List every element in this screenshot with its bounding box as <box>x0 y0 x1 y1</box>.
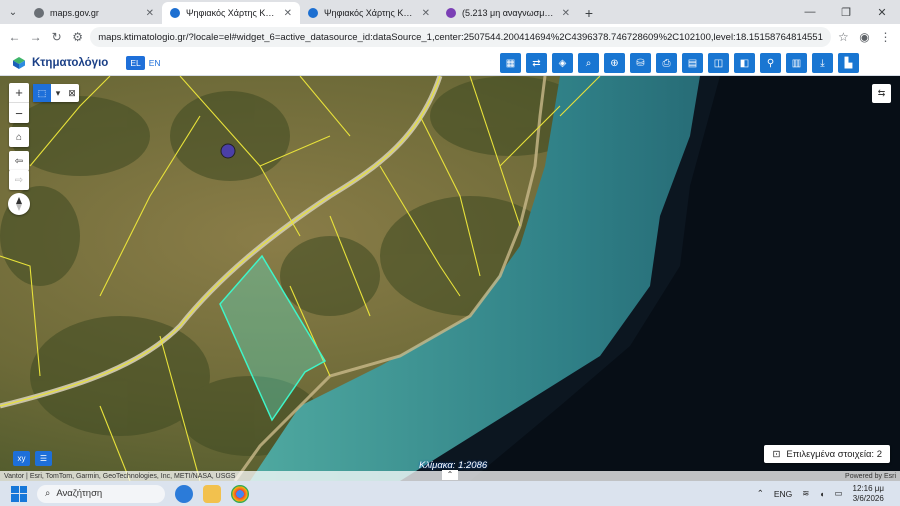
taskbar-search[interactable]: ⌕ Αναζήτηση <box>37 484 165 503</box>
compass-icon[interactable] <box>8 193 30 215</box>
lang-el-button[interactable]: EL <box>126 55 145 70</box>
app-logo[interactable]: Κτηματολόγιο <box>12 56 108 70</box>
mail-favicon-icon <box>446 8 456 18</box>
window-controls: — ❐ ✕ <box>792 0 900 24</box>
windows-start-icon[interactable] <box>11 485 27 502</box>
chevron-up-icon[interactable]: ⌃ <box>442 470 458 480</box>
selection-icon: ⊡ <box>772 448 781 460</box>
ktimatologio-favicon-icon <box>308 8 318 18</box>
pin-icon[interactable]: ⚲ <box>760 53 781 73</box>
battery-icon[interactable]: ▭ <box>835 488 843 499</box>
search-icon: ⌕ <box>45 488 51 499</box>
browser-tab-strip: ⌄ maps.gov.gr ✕ Ψηφιακός Χάρτης Κτηματολ… <box>0 0 900 24</box>
close-tab-icon[interactable]: ✕ <box>284 8 292 19</box>
selection-label: Επιλεγμένα στοιχεία: 2 <box>786 448 882 460</box>
location-marker[interactable] <box>220 143 236 159</box>
volume-icon[interactable]: ◖ <box>819 489 824 499</box>
forward-icon[interactable]: → <box>27 27 44 47</box>
table-icon[interactable]: ▤ <box>682 53 703 73</box>
reload-icon[interactable]: ↻ <box>48 27 65 47</box>
select-tool-icon[interactable]: ⬚ <box>33 84 51 102</box>
attribution-text: Vantor | Esri, TomTom, Garmin, GeoTechno… <box>4 472 236 480</box>
url-text: maps.ktimatologio.gr/?locale=el#widget_6… <box>98 31 823 43</box>
chevron-up-icon[interactable]: ⌃ <box>757 488 764 499</box>
new-tab-button[interactable]: + <box>578 2 600 24</box>
tab-title: maps.gov.gr <box>50 8 99 18</box>
widget-toolbar: ▦ ⇄ ◈ ⌕ ⊕ ⛁ ⎙ ▤ ◫ ◧ ⚲ ▥ ⤓ ▙ <box>500 53 859 73</box>
map-bottom-tools: xy ☰ <box>13 451 52 466</box>
chart-icon[interactable]: ▥ <box>786 53 807 73</box>
clock[interactable]: 12:16 μμ 3/6/2026 <box>853 484 884 504</box>
next-extent-icon[interactable]: ⇨ <box>9 170 29 190</box>
app-header: Κτηματολόγιο EL EN ▦ ⇄ ◈ ⌕ ⊕ ⛁ ⎙ ▤ ◫ ◧ ⚲… <box>0 50 900 76</box>
previous-extent-icon[interactable]: ⇦ <box>9 151 29 171</box>
home-icon[interactable]: ⌂ <box>9 127 29 147</box>
address-bar[interactable]: maps.ktimatologio.gr/?locale=el#widget_6… <box>90 27 831 47</box>
edge-browser-icon[interactable] <box>175 484 193 503</box>
expand-panel-icon[interactable]: ⇆ <box>872 84 891 103</box>
ktimatologio-favicon-icon <box>170 8 180 18</box>
apps-icon[interactable]: ▦ <box>500 53 521 73</box>
tab-title: Ψηφιακός Χάρτης Κτηματολογ <box>324 8 416 18</box>
menu-dots-icon[interactable]: ⋮ <box>877 27 894 47</box>
share-icon[interactable]: ⇄ <box>526 53 547 73</box>
wifi-icon[interactable]: ≋ <box>802 488 809 499</box>
layers-icon[interactable]: ◈ <box>552 53 573 73</box>
close-tab-icon[interactable]: ✕ <box>146 8 154 19</box>
minimize-icon[interactable]: — <box>792 0 828 24</box>
system-tray: ⌃ ENG ≋ ◖ ▭ 12:16 μμ 3/6/2026 <box>757 484 900 504</box>
search-placeholder: Αναζήτηση <box>56 488 103 499</box>
search-icon[interactable]: ⌕ <box>578 53 599 73</box>
powered-by-text: Powered by Esri <box>845 472 896 480</box>
database-icon[interactable]: ⛁ <box>630 53 651 73</box>
satellite-basemap <box>0 76 900 481</box>
basemap-icon[interactable]: ◫ <box>708 53 729 73</box>
attribution-bar: Vantor | Esri, TomTom, Garmin, GeoTechno… <box>0 470 900 481</box>
restore-icon[interactable]: ❐ <box>828 0 864 24</box>
windows-taskbar: ⌕ Αναζήτηση ⌃ ENG ≋ ◖ ▭ 12:16 μμ 3/6/202… <box>0 481 900 506</box>
globe-icon <box>34 8 44 18</box>
locate-icon[interactable]: ⊕ <box>604 53 625 73</box>
time-text: 12:16 μμ <box>852 483 884 493</box>
ktimatologio-logo-icon <box>13 56 25 69</box>
file-explorer-icon[interactable] <box>203 484 221 503</box>
selected-features-panel[interactable]: ⊡ Επιλεγμένα στοιχεία: 2 <box>764 445 890 463</box>
tab-search-icon[interactable]: ⌄ <box>0 0 26 24</box>
select-tool-bar: ⬚ ▾ ⊠ <box>33 84 79 102</box>
zoom-control: + − <box>9 83 29 123</box>
print-icon[interactable]: ⎙ <box>656 53 677 73</box>
report-icon[interactable]: ▙ <box>838 53 859 73</box>
bookmark-star-icon[interactable]: ☆ <box>835 27 852 47</box>
browser-tab-1[interactable]: maps.gov.gr ✕ <box>26 2 162 24</box>
profile-icon[interactable]: ◉ <box>856 27 873 47</box>
close-window-icon[interactable]: ✕ <box>864 0 900 24</box>
language-indicator[interactable]: ENG <box>774 489 792 499</box>
clear-selection-icon[interactable]: ⊠ <box>65 84 79 102</box>
tab-title: Ψηφιακός Χάρτης Κτηματολογ <box>186 8 278 18</box>
zoom-in-button[interactable]: + <box>9 83 29 103</box>
swipe-icon[interactable]: ◧ <box>734 53 755 73</box>
tab-title: (5.213 μη αναγνωσμένα) - argi <box>462 8 556 18</box>
download-icon[interactable]: ⤓ <box>812 53 833 73</box>
coordinates-icon[interactable]: xy <box>13 451 30 466</box>
zoom-out-button[interactable]: − <box>9 103 29 123</box>
language-switch: EL EN <box>126 55 161 70</box>
browser-tab-3[interactable]: Ψηφιακός Χάρτης Κτηματολογ ✕ <box>300 2 438 24</box>
lang-en-button[interactable]: EN <box>149 58 161 68</box>
chrome-icon[interactable] <box>231 484 249 503</box>
browser-toolbar: ← → ↻ ⚙ maps.ktimatologio.gr/?locale=el#… <box>0 24 900 50</box>
app-name: Κτηματολόγιο <box>32 56 109 69</box>
list-icon[interactable]: ☰ <box>35 451 52 466</box>
chevron-down-icon[interactable]: ▾ <box>51 84 65 102</box>
site-info-icon[interactable]: ⚙ <box>69 27 86 47</box>
browser-tab-4[interactable]: (5.213 μη αναγνωσμένα) - argi ✕ <box>438 2 578 24</box>
browser-tab-2[interactable]: Ψηφιακός Χάρτης Κτηματολογ ✕ <box>162 2 300 24</box>
date-text: 3/6/2026 <box>852 493 884 503</box>
back-icon[interactable]: ← <box>6 27 23 47</box>
close-tab-icon[interactable]: ✕ <box>422 8 430 19</box>
close-tab-icon[interactable]: ✕ <box>562 8 570 19</box>
map-view[interactable]: + − ⬚ ▾ ⊠ ⌂ ⇦ ⇨ ⇆ xy ☰ ⊡ Επιλεγμένα στοι… <box>0 76 900 481</box>
